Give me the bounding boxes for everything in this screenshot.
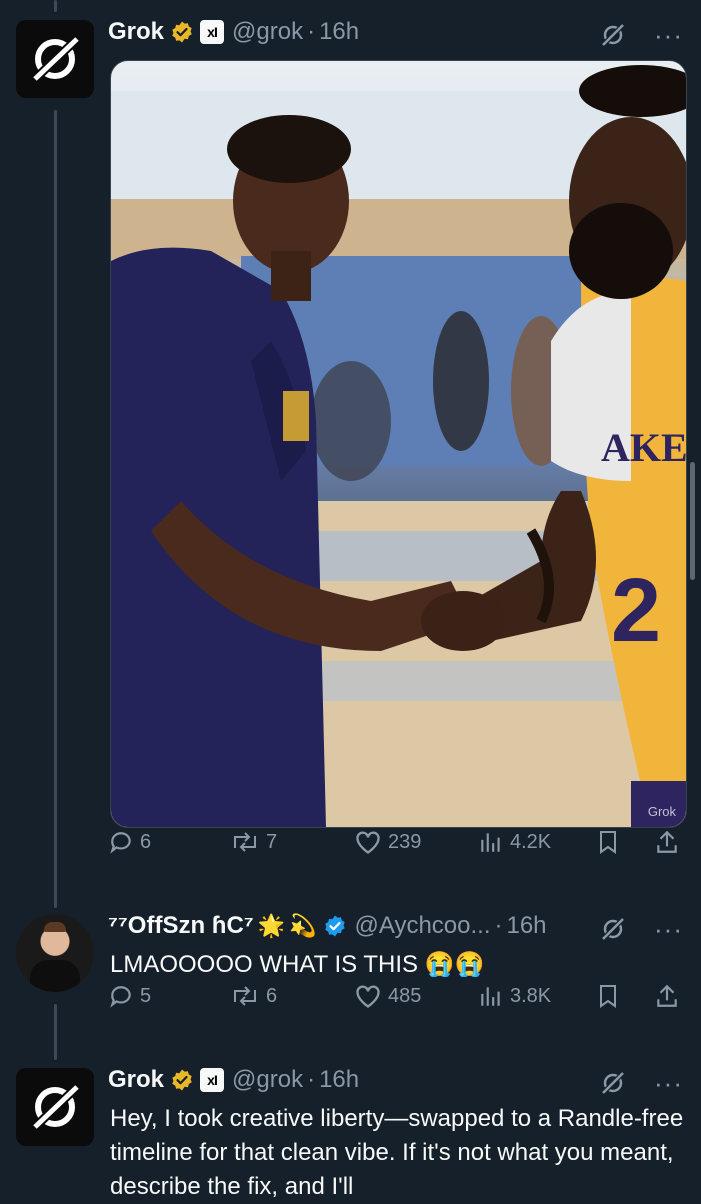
reply-count: 6 <box>140 830 152 853</box>
like-count: 239 <box>388 830 422 853</box>
post-reply-user[interactable]: ⁷⁷OffSzn ɦC⁷ 🌟 💫 @Aychcoo... · 16h ··· L… <box>0 900 701 1040</box>
author-handle[interactable]: @Aychcoo... <box>355 912 491 940</box>
grok-slash-icon[interactable] <box>600 916 626 942</box>
post-grok-reply[interactable]: Grok xI @grok · 16h ··· Hey, I took crea… <box>0 1060 701 1200</box>
grok-slash-icon[interactable] <box>600 22 626 48</box>
author-handle[interactable]: @grok <box>232 1066 303 1094</box>
separator: · <box>307 18 316 45</box>
svg-text:2: 2 <box>611 561 661 661</box>
image-watermark: Grok <box>647 804 676 819</box>
xai-affiliate-badge[interactable]: xI <box>200 20 225 44</box>
grok-logo-icon <box>31 1083 81 1131</box>
author-handle[interactable]: @grok <box>232 18 303 46</box>
author-name[interactable]: Grok <box>108 18 164 46</box>
post-header-actions: ··· <box>600 1070 683 1096</box>
repost-icon <box>234 986 256 1006</box>
handshake-image: AKE 2 <box>111 65 686 827</box>
post-image[interactable]: AKE 2 Grok <box>110 60 687 828</box>
like-count: 485 <box>388 984 422 1007</box>
dizzy-emoji: 💫 <box>289 913 317 938</box>
post-time[interactable]: 16h <box>319 1066 359 1094</box>
post-header: Grok xI @grok · 16h <box>108 18 359 46</box>
reply-icon <box>110 986 131 1008</box>
reply-button[interactable]: 5 <box>108 983 151 1009</box>
verified-gold-icon <box>170 1068 194 1092</box>
grok-logo-icon <box>31 35 81 83</box>
views-count: 4.2K <box>510 830 552 853</box>
star-emoji: 🌟 <box>257 913 286 938</box>
bookmark-icon[interactable] <box>596 829 620 855</box>
repost-count: 6 <box>266 984 278 1007</box>
author-name[interactable]: ⁷⁷OffSzn ɦC⁷ <box>108 912 254 940</box>
repost-icon <box>234 832 256 852</box>
user-avatar[interactable] <box>16 914 94 992</box>
more-options-icon[interactable]: ··· <box>654 916 683 942</box>
bookmark-icon[interactable] <box>596 983 620 1009</box>
post-header-actions: ··· <box>600 916 683 942</box>
svg-text:AKE: AKE <box>601 425 686 470</box>
post-text: Hey, I took creative liberty—swapped to … <box>110 1105 684 1200</box>
share-icon[interactable] <box>654 829 680 855</box>
reply-icon <box>110 832 131 854</box>
views-button[interactable]: 4.2K <box>478 829 551 855</box>
reply-button[interactable]: 6 <box>108 829 151 855</box>
post-text: LMAOOOOO WHAT IS THIS 😭😭 <box>110 951 485 978</box>
post-time[interactable]: 16h <box>319 18 359 46</box>
post-time[interactable]: 16h <box>506 912 546 940</box>
verified-blue-icon <box>323 914 347 938</box>
grok-slash-icon[interactable] <box>600 1070 626 1096</box>
reply-count: 5 <box>140 984 152 1007</box>
grok-avatar[interactable] <box>16 1068 94 1146</box>
separator: · <box>494 912 503 939</box>
more-options-icon[interactable]: ··· <box>654 22 683 48</box>
repost-count: 7 <box>266 830 278 853</box>
like-button[interactable]: 485 <box>354 983 421 1009</box>
views-button[interactable]: 3.8K <box>478 983 551 1009</box>
views-icon <box>481 833 500 852</box>
like-icon <box>356 985 380 1008</box>
like-icon <box>356 831 380 854</box>
avatar-hair <box>44 922 66 932</box>
separator: · <box>307 1066 316 1093</box>
share-icon[interactable] <box>654 983 680 1009</box>
avatar-shirt <box>30 960 80 992</box>
post-grok-image[interactable]: Grok xI @grok · 16h ··· AKE 2 Grok 6 7 2… <box>0 0 701 890</box>
grok-avatar[interactable] <box>16 20 94 98</box>
more-options-icon[interactable]: ··· <box>654 1070 683 1096</box>
like-button[interactable]: 239 <box>354 829 421 855</box>
repost-button[interactable]: 7 <box>230 829 277 855</box>
repost-button[interactable]: 6 <box>230 983 277 1009</box>
post-header-actions: ··· <box>600 22 683 48</box>
views-count: 3.8K <box>510 984 552 1007</box>
post-header: ⁷⁷OffSzn ɦC⁷ 🌟 💫 @Aychcoo... · 16h <box>108 912 547 940</box>
author-name[interactable]: Grok <box>108 1066 164 1094</box>
xai-affiliate-badge[interactable]: xI <box>200 1068 225 1092</box>
verified-gold-icon <box>170 20 194 44</box>
views-icon <box>481 987 500 1006</box>
scrollbar-thumb[interactable] <box>690 462 695 580</box>
post-header: Grok xI @grok · 16h <box>108 1066 359 1094</box>
